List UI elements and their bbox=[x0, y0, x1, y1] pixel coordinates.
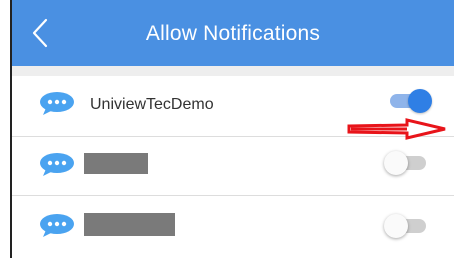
chat-bubble-icon bbox=[40, 214, 74, 237]
redacted-app-name bbox=[84, 153, 148, 174]
toggle-knob bbox=[408, 89, 432, 113]
notification-toggle[interactable] bbox=[384, 151, 432, 175]
app-name-label: UniviewTecDemo bbox=[90, 96, 214, 113]
notification-toggle[interactable] bbox=[384, 89, 432, 113]
toggle-knob bbox=[384, 151, 408, 175]
header-bar: Allow Notifications bbox=[12, 0, 454, 66]
chat-bubble-icon bbox=[40, 153, 74, 176]
notification-toggle[interactable] bbox=[384, 214, 432, 238]
page-title: Allow Notifications bbox=[145, 22, 321, 45]
chat-bubble-icon bbox=[40, 92, 74, 115]
toggle-knob bbox=[384, 214, 408, 238]
section-divider bbox=[12, 66, 454, 76]
list-item bbox=[12, 196, 454, 255]
list-item bbox=[12, 137, 454, 196]
annotation-arrow-icon bbox=[347, 118, 446, 140]
redacted-app-name bbox=[84, 213, 175, 236]
